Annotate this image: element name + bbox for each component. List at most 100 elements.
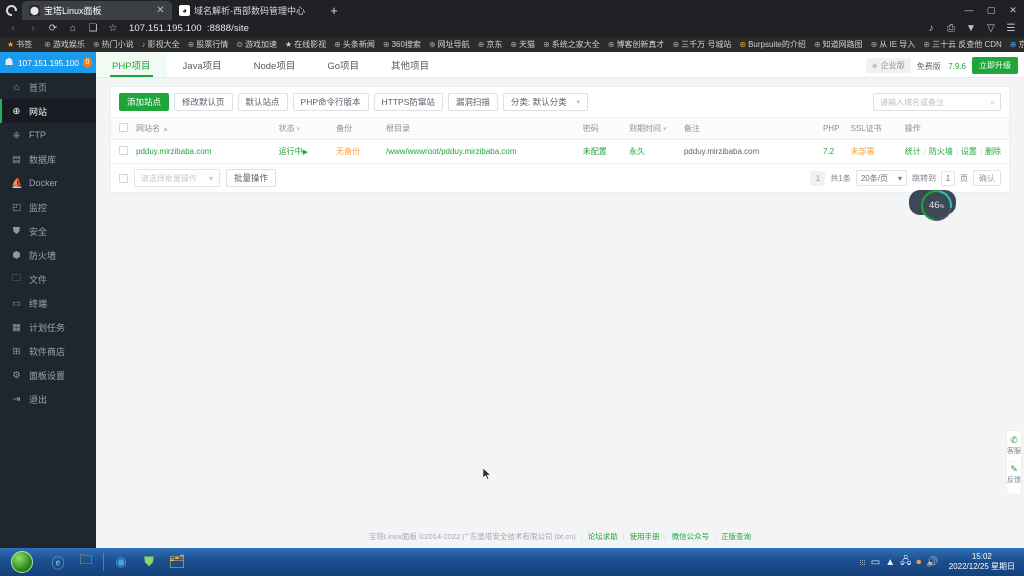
chrome-icon[interactable]: ◉ [107, 549, 135, 575]
sidebar-item-logout[interactable]: ⇥ 退出 [0, 387, 96, 411]
search-icon[interactable]: ⌕ [990, 97, 995, 108]
bookmark-item[interactable]: ⊕ 游戏娱乐 [40, 38, 89, 52]
split-screen-icon[interactable]: ❑ [83, 21, 103, 37]
status-badge[interactable]: 运行中 [279, 147, 303, 156]
bookmark-item[interactable]: ⊕ 360搜索 [379, 38, 425, 52]
show-desktop-icon[interactable] [859, 553, 866, 571]
enterprise-chip[interactable]: ◈ 企业版 [865, 57, 911, 73]
browser-tab-2[interactable]: ◕ 域名解析-西部数码管理中心 [172, 1, 322, 20]
sidebar-item-files[interactable]: 🗀 文件 [0, 267, 96, 291]
bookmark-item[interactable]: ⊕ 京东 [474, 38, 507, 52]
bookmark-item[interactable]: ⊕ 从 IE 导入 [867, 38, 920, 52]
new-tab-button[interactable]: + [322, 1, 346, 20]
batch-action-select[interactable]: 请选择批量操作 ▾ [134, 169, 221, 187]
backup-status[interactable]: 无备份 [336, 147, 360, 156]
forward-icon[interactable]: › [23, 21, 43, 37]
bookmark-item[interactable]: ⊕ 股票行情 [184, 38, 233, 52]
action-delete[interactable]: 删除 [985, 147, 1001, 156]
password-status[interactable]: 未配置 [583, 147, 607, 156]
volume-icon[interactable]: 🔊 [926, 557, 938, 568]
batch-action-button[interactable]: 批量操作 [226, 169, 277, 187]
vuln-scan-button[interactable]: 漏洞扫描 [447, 93, 498, 111]
bookmark-item[interactable]: ⊜ 游戏加速 [232, 38, 281, 52]
close-icon[interactable]: ✕ [155, 5, 166, 16]
bookmark-item[interactable]: ⊕ 系统之家大全 [539, 38, 604, 52]
action-settings[interactable]: 设置 [961, 147, 977, 156]
footer-link-wechat[interactable]: 微信公众号 [672, 531, 710, 542]
bookmark-item[interactable]: ⊕ 三千万 号城站 [668, 38, 735, 52]
maximize-icon[interactable]: ▢ [980, 0, 1002, 20]
sidebar-item-terminal[interactable]: ▭ 终端 [0, 291, 96, 315]
sidebar-header[interactable]: ☗ 107.151.195.100 0 [0, 52, 96, 73]
bookmark-item[interactable]: ★ 书签 [3, 38, 36, 52]
php-version[interactable]: 7.2 [823, 147, 834, 156]
folder2-icon[interactable]: 🗂 [163, 549, 191, 575]
bookmark-item[interactable]: ⊛ Burpsuite的介绍 [735, 38, 810, 52]
action-firewall[interactable]: 防火墙 [929, 147, 953, 156]
page-size-select[interactable]: 20条/页 ▾ [855, 170, 907, 186]
search-box[interactable]: ⌕ [873, 93, 1001, 111]
sidebar-item-monitor[interactable]: ◰ 监控 [0, 195, 96, 219]
ssl-status[interactable]: 未部署 [851, 147, 875, 156]
bookmark-item[interactable]: ⊕ 天猫 [506, 38, 539, 52]
search-input[interactable] [880, 97, 990, 107]
jump-confirm-button[interactable]: 确认 [973, 170, 1001, 186]
sidebar-item-security[interactable]: ⛊ 安全 [0, 219, 96, 243]
action-stats[interactable]: 统计 [905, 147, 921, 156]
sidebar-item-ftp[interactable]: ⎈ FTP [0, 123, 96, 147]
tray-window-icon[interactable]: ▭ [871, 557, 880, 568]
close-window-icon[interactable]: ✕ [1002, 0, 1024, 20]
menu-icon[interactable]: ☰ [1001, 21, 1021, 37]
bookmark-item[interactable]: ⊕ 知道网路图 [810, 38, 867, 52]
home-icon[interactable]: ⌂ [63, 21, 83, 37]
notification-badge[interactable]: 0 [82, 57, 92, 68]
bookmark-star-icon[interactable]: ☆ [103, 21, 123, 37]
add-site-button[interactable]: 添加站点 [119, 93, 170, 111]
footer-link-forum[interactable]: 论坛求助 [588, 531, 618, 542]
folder-icon[interactable]: 🗀 [72, 549, 100, 575]
sidebar-item-docker[interactable]: ⛵ Docker [0, 171, 96, 195]
upgrade-button[interactable]: 立即升级 [972, 56, 1018, 74]
browser-tab-1[interactable]: ⬤ 宝塔Linux面板 ✕ [22, 1, 172, 20]
play-icon[interactable]: ▶ [303, 149, 308, 156]
tab-go-project[interactable]: Go项目 [311, 52, 375, 77]
sidebar-item-firewall[interactable]: ⬢ 防火墙 [0, 243, 96, 267]
sidebar-item-crontab[interactable]: ▦ 计划任务 [0, 315, 96, 339]
remark-value[interactable]: pdduy.mirzibaba.com [684, 147, 759, 156]
reload-icon[interactable]: ⟳ [43, 21, 63, 37]
row-checkbox-cell[interactable] [111, 139, 132, 164]
bookmark-item[interactable]: ♪ 影视大全 [138, 38, 184, 52]
bookmark-item[interactable]: ⊕ 头条新闻 [330, 38, 379, 52]
shield-icon[interactable]: ⛊ [135, 549, 163, 575]
modify-default-page-button[interactable]: 修改默认页 [174, 93, 233, 111]
php-cli-version-button[interactable]: PHP命令行版本 [292, 93, 369, 111]
jump-page-input[interactable]: 1 [941, 170, 955, 186]
print-icon[interactable]: ⎙ [941, 21, 961, 37]
footer-select-all-checkbox[interactable] [119, 173, 128, 183]
bookmark-item[interactable]: ⊕京云渗透交流群 [1006, 38, 1024, 52]
extensions-icon[interactable]: ▽ [981, 21, 1001, 37]
bookmark-item[interactable]: ⊕ 热门小说 [89, 38, 138, 52]
media-icon[interactable]: ♪ [921, 21, 941, 37]
start-button[interactable] [0, 549, 44, 575]
chevron-up-icon[interactable]: ▲ [885, 557, 895, 568]
linux-icon[interactable]: ⏺ [916, 557, 921, 568]
https-anti-hijack-button[interactable]: HTTPS防窜站 [373, 93, 443, 111]
footer-link-manual[interactable]: 使用手册 [630, 531, 660, 542]
footer-link-license[interactable]: 正版查询 [721, 531, 751, 542]
bookmark-item[interactable]: ★ 在线影视 [281, 38, 330, 52]
sidebar-item-home[interactable]: ⌂ 首页 [0, 75, 96, 99]
minimize-icon[interactable]: — [958, 0, 980, 20]
taskbar-clock[interactable]: 15:02 2022/12/25 星期日 [944, 552, 1020, 572]
root-dir-link[interactable]: /www/wwwroot/pdduy.mirzibaba.com [386, 147, 517, 156]
customer-service-button[interactable]: ✆ 客服 [1007, 435, 1021, 456]
feedback-button[interactable]: ✎ 反馈 [1007, 464, 1021, 485]
page-number-1[interactable]: 1 [810, 170, 826, 186]
col-site-name[interactable]: 网站名 ▲ [132, 117, 275, 140]
expire-value[interactable]: 永久 [629, 147, 645, 156]
download-icon[interactable]: ▼ [961, 21, 981, 37]
table-row[interactable]: pdduy.mirzibaba.com 运行中▶ 无备份 /www/wwwroo… [111, 139, 1009, 164]
checkbox-icon[interactable] [119, 146, 128, 155]
sidebar-item-website[interactable]: ⊕ 网站 [0, 99, 96, 123]
tab-java-project[interactable]: Java项目 [167, 52, 238, 77]
